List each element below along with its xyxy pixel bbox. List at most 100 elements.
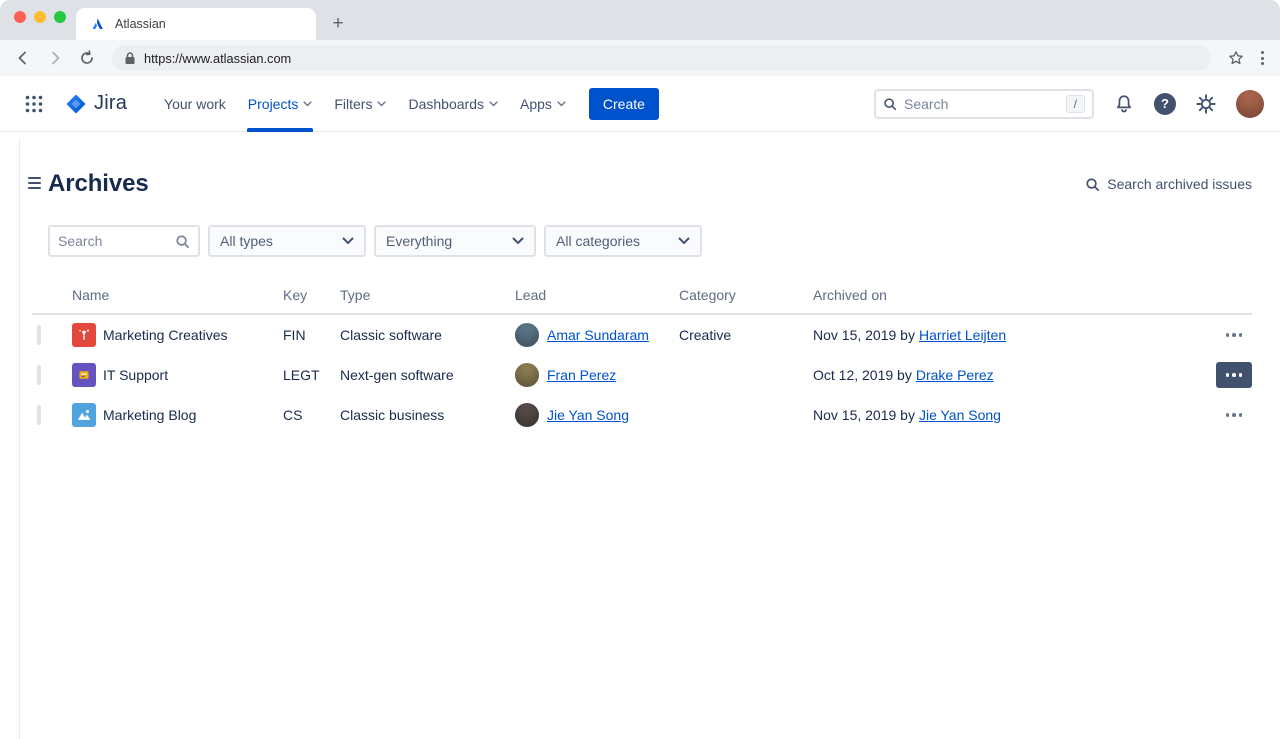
search-icon (883, 97, 897, 111)
global-search-input[interactable] (904, 96, 1059, 112)
column-header-key: Key (283, 287, 340, 309)
lock-icon[interactable] (124, 52, 136, 65)
filter-bar: All types Everything All categories (48, 225, 1252, 257)
column-header-lead: Lead (515, 287, 679, 309)
archived-date: Nov 15, 2019 by (813, 407, 915, 423)
browser-menu-icon[interactable] (1255, 45, 1270, 71)
nav-item-filters[interactable]: Filters (323, 76, 397, 132)
forward-button[interactable] (42, 45, 68, 71)
primary-nav: Your work Projects Filters Dashboards Ap… (153, 76, 577, 132)
project-key: LEGT (283, 367, 340, 383)
header-checkbox-spacer (32, 295, 72, 301)
categories-filter-dropdown[interactable]: All categories (544, 225, 702, 257)
archived-by-link[interactable]: Drake Perez (916, 367, 994, 383)
project-type: Classic software (340, 327, 515, 343)
row-checkbox[interactable] (37, 325, 41, 345)
help-icon[interactable]: ? (1154, 93, 1176, 115)
search-icon (1085, 177, 1100, 192)
reload-button[interactable] (74, 45, 100, 71)
maximize-window-button[interactable] (54, 11, 66, 23)
chevron-down-icon (557, 101, 566, 107)
project-key: CS (283, 407, 340, 423)
search-icon (175, 234, 190, 249)
column-header-name: Name (72, 287, 283, 309)
column-header-archived: Archived on (813, 287, 1196, 309)
nav-right-cluster: / ? (874, 89, 1264, 119)
lead-link[interactable]: Fran Perez (547, 367, 616, 383)
lead-link[interactable]: Jie Yan Song (547, 407, 629, 423)
chevron-down-icon (489, 101, 498, 107)
project-key: FIN (283, 327, 340, 343)
url-text: https://www.atlassian.com (144, 51, 291, 66)
create-button[interactable]: Create (589, 88, 659, 120)
lead-avatar (515, 363, 539, 387)
notifications-bell-icon[interactable] (1111, 91, 1137, 117)
address-bar[interactable]: https://www.atlassian.com (112, 45, 1211, 71)
project-name: Marketing Blog (103, 407, 196, 423)
types-filter-dropdown[interactable]: All types (208, 225, 366, 257)
project-name: Marketing Creatives (103, 327, 228, 343)
archived-by-link[interactable]: Jie Yan Song (919, 407, 1001, 423)
settings-gear-icon[interactable] (1193, 91, 1219, 117)
jira-logo-icon (64, 92, 88, 116)
lead-link[interactable]: Amar Sundaram (547, 327, 649, 343)
project-avatar-marketing-creatives (72, 323, 96, 347)
project-category: Creative (679, 327, 813, 343)
collapsed-sidebar-rail (0, 138, 20, 739)
search-archived-issues-link[interactable]: Search archived issues (1085, 176, 1252, 192)
jira-wordmark: Jira (94, 92, 127, 115)
minimize-window-button[interactable] (34, 11, 46, 23)
chevron-down-icon (342, 237, 354, 245)
tab-title: Atlassian (115, 17, 166, 31)
expand-sidebar-button[interactable] (25, 174, 44, 192)
row-actions-menu-icon[interactable] (1216, 362, 1252, 388)
project-name: IT Support (103, 367, 168, 383)
browser-tab-strip: Atlassian + (0, 0, 1280, 40)
chevron-down-icon (303, 101, 312, 107)
archived-date: Nov 15, 2019 by (813, 327, 915, 343)
column-header-category: Category (679, 287, 813, 309)
chevron-down-icon (678, 237, 690, 245)
archives-main: Archives Search archived issues All type… (0, 132, 1280, 435)
global-search[interactable]: / (874, 89, 1094, 119)
lead-avatar (515, 403, 539, 427)
project-avatar-marketing-blog (72, 403, 96, 427)
nav-item-apps[interactable]: Apps (509, 76, 577, 132)
row-checkbox[interactable] (37, 405, 41, 425)
jira-logo[interactable]: Jira (64, 92, 127, 116)
table-search-input[interactable] (58, 233, 169, 249)
atlassian-favicon-icon (90, 16, 106, 32)
user-avatar[interactable] (1236, 90, 1264, 118)
project-avatar-it-support (72, 363, 96, 387)
browser-tab-atlassian[interactable]: Atlassian (76, 8, 316, 40)
row-checkbox[interactable] (37, 365, 41, 385)
archived-date: Oct 12, 2019 by (813, 367, 912, 383)
browser-toolbar: https://www.atlassian.com (0, 40, 1280, 76)
table-row: IT Support LEGT Next-gen software Fran P… (32, 355, 1252, 395)
archived-by-link[interactable]: Harriet Leijten (919, 327, 1006, 343)
table-row: Marketing Blog CS Classic business Jie Y… (32, 395, 1252, 435)
window-controls (14, 11, 66, 23)
nav-item-dashboards[interactable]: Dashboards (397, 76, 509, 132)
chevron-down-icon (512, 237, 524, 245)
archived-projects-table: Name Key Type Lead Category Archived on (32, 283, 1252, 435)
nav-item-projects[interactable]: Projects (237, 76, 324, 132)
row-actions-menu-icon[interactable] (1216, 402, 1252, 428)
back-button[interactable] (10, 45, 36, 71)
nav-item-your-work[interactable]: Your work (153, 76, 237, 132)
close-window-button[interactable] (14, 11, 26, 23)
new-tab-button[interactable]: + (324, 10, 352, 38)
everything-filter-dropdown[interactable]: Everything (374, 225, 536, 257)
app-switcher-icon[interactable] (20, 90, 48, 118)
jira-top-nav: Jira Your work Projects Filters Dashboar… (0, 76, 1280, 132)
table-header-row: Name Key Type Lead Category Archived on (32, 283, 1252, 315)
table-search-field[interactable] (48, 225, 200, 257)
page-content: Archives Search archived issues All type… (0, 132, 1280, 739)
bookmark-star-icon[interactable] (1223, 45, 1249, 71)
chevron-down-icon (377, 101, 386, 107)
search-shortcut-key: / (1066, 95, 1085, 113)
row-actions-menu-icon[interactable] (1216, 322, 1252, 348)
column-header-type: Type (340, 287, 515, 309)
page-title: Archives (48, 170, 149, 198)
lead-avatar (515, 323, 539, 347)
